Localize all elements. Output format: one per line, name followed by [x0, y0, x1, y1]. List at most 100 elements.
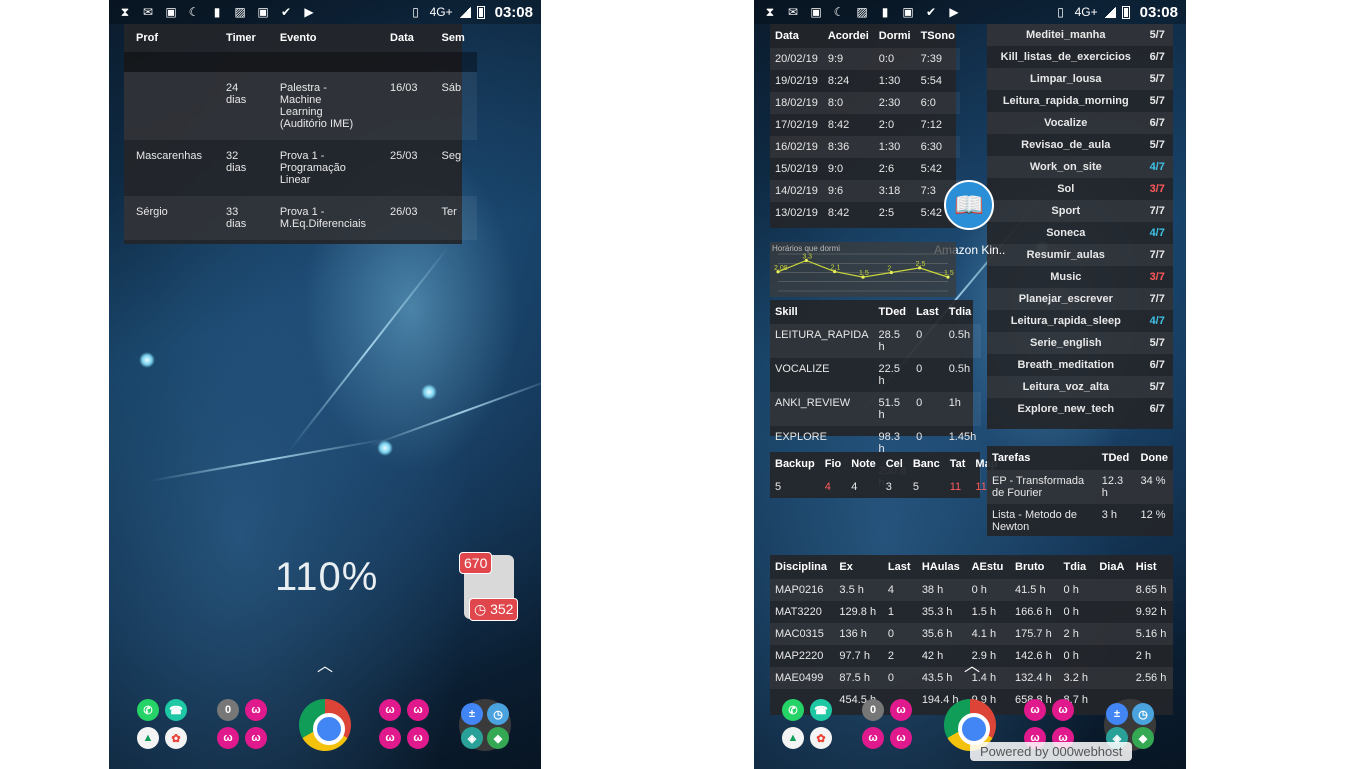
col-header: Data — [775, 30, 799, 42]
discipline-row[interactable]: MAC0315 136 h 0 35.6 h 4.1 h 175.7 h 2 h 5.16 h — [770, 623, 1173, 645]
table-row[interactable]: Sérgio 33 dias Prova 1 - M.Eq.Diferencia… — [124, 196, 477, 240]
folder-tools[interactable]: ± ◷ ◈ ◆ — [459, 699, 511, 751]
backup-widget[interactable]: BackupFioNoteCelBancTatMap 544351111 — [770, 452, 997, 498]
app-icon: ω — [379, 699, 401, 721]
table-cell: 6:0 — [920, 97, 936, 109]
table-cell: LEITURA_RAPIDA — [775, 329, 869, 341]
table-cell — [1094, 645, 1130, 667]
kindle-app-icon[interactable]: 📖 — [944, 180, 994, 230]
table-cell: ANKI_REVIEW — [775, 397, 851, 409]
table-cell: 0:0 — [878, 53, 895, 65]
skill-row[interactable]: VOCALIZE 22.5 h 0 0.5h — [770, 358, 981, 392]
table-cell: 166.6 h — [1015, 606, 1052, 618]
signal-icon — [458, 6, 471, 18]
habit-score: 6/7 — [1149, 51, 1165, 63]
discipline-row[interactable]: MAT3220 129.8 h 1 35.3 h 1.5 h 166.6 h 0 h 9.92… — [770, 601, 1173, 623]
chart-title: Horários que dormi — [772, 244, 840, 253]
sleep-row[interactable]: 18/02/19 8:0 2:30 6:0 — [770, 92, 960, 114]
habit-row[interactable]: Planejar_escrever 7/7 — [987, 288, 1173, 310]
table-cell: 20/02/19 — [775, 53, 818, 65]
habit-row[interactable]: Breath_meditation 6/7 — [987, 354, 1173, 376]
app-drawer-chevron-icon[interactable]: ︿ — [964, 652, 980, 676]
habit-name: Soneca — [1046, 227, 1086, 239]
discipline-row[interactable]: MAP0216 3.5 h 4 38 h 0 h 41.5 h 0 h 8.65 h — [770, 579, 1173, 601]
habit-row[interactable]: Limpar_lousa 5/7 — [987, 68, 1173, 90]
reader-icon: 📖 — [954, 191, 984, 219]
events-table: Prof Timer Evento Data Sem 24 dias Pales… — [124, 24, 477, 240]
cell-weekday: Seg — [441, 150, 462, 162]
habit-row[interactable]: Kill_listas_de_exercicios 6/7 — [987, 46, 1173, 68]
habit-score: 5/7 — [1149, 381, 1165, 393]
col-header: Disciplina — [775, 561, 827, 573]
task-row[interactable]: Lista - Metodo de Newton 3 h 12 % — [987, 504, 1173, 538]
habit-row[interactable]: Revisao_de_aula 5/7 — [987, 134, 1173, 156]
table-cell: 0 — [916, 363, 923, 375]
backup-table: BackupFioNoteCelBancTatMap 544351111 — [770, 452, 1002, 498]
sleep-row[interactable]: 13/02/19 8:42 2:5 5:42 — [770, 202, 960, 224]
table-cell: 3.5 h — [839, 584, 864, 596]
habit-row[interactable]: Vocalize 6/7 — [987, 112, 1173, 134]
events-widget[interactable]: Prof Timer Evento Data Sem 24 dias Pales… — [124, 24, 477, 244]
habit-row[interactable]: Resumir_aulas 7/7 — [987, 244, 1173, 266]
habit-score: 7/7 — [1149, 293, 1165, 305]
habit-row[interactable]: Sport 7/7 — [987, 200, 1173, 222]
col-header: Data — [390, 32, 414, 44]
habit-row[interactable]: Soneca 4/7 — [987, 222, 1173, 244]
cell-timer: 32 dias — [226, 150, 247, 174]
sleep-row[interactable]: 20/02/19 9:9 0:0 7:39 — [770, 48, 960, 70]
table-cell: 132.4 h — [1015, 672, 1052, 684]
task-row[interactable]: EP - Transformada de Fourier 12.3 h 34 % — [987, 470, 1173, 504]
folder-apps-a[interactable]: 0 ω ω ω — [862, 699, 914, 751]
habit-row[interactable]: Leitura_rapida_morning 5/7 — [987, 90, 1173, 112]
check-icon: ✔ — [280, 5, 292, 19]
sleep-row[interactable]: 14/02/19 9:6 3:18 7:3 — [770, 180, 960, 202]
habit-row[interactable]: Leitura_rapida_sleep 4/7 — [987, 310, 1173, 332]
habit-name: Vocalize — [1044, 117, 1088, 129]
table-cell: 5:42 — [920, 163, 942, 175]
app-drawer-chevron-icon[interactable]: ︿ — [317, 652, 333, 676]
mail-icon: ✉ — [787, 5, 799, 19]
sleep-widget[interactable]: Data Acordei Dormi TSono 20/02/19 9:9 0:0 7… — [770, 24, 960, 228]
whatsapp-icon: ✆ — [782, 699, 804, 721]
tasks-widget[interactable]: Tarefas TDed Done EP - Transformada de F… — [987, 446, 1173, 536]
cell-date: 26/03 — [390, 206, 418, 218]
table-cell: 8:42 — [827, 207, 850, 219]
habit-row[interactable]: Music 3/7 — [987, 266, 1173, 288]
photo-icon: ▣ — [902, 5, 914, 19]
data-label: 2.5 — [916, 261, 926, 268]
habit-row[interactable]: Sol 3/7 — [987, 178, 1173, 200]
habit-row[interactable]: Serie_english 5/7 — [987, 332, 1173, 354]
habit-row[interactable]: Explore_new_tech 6/7 — [987, 398, 1173, 420]
table-row[interactable]: 24 dias Palestra - Machine Learning (Aud… — [124, 72, 477, 140]
table-cell: MAT3220 — [775, 606, 822, 618]
habit-row[interactable]: Meditei_manha 5/7 — [987, 24, 1173, 46]
backup-count: 3 — [885, 481, 892, 493]
folder-apps-a[interactable]: 0 ω ω ω — [217, 699, 269, 751]
folder-badge: 0 — [862, 699, 884, 721]
folder-communication[interactable]: ✆ ☎ ▲ ✿ — [782, 699, 834, 751]
habits-widget[interactable]: Meditei_manha 5/7 Kill_listas_de_exercicio… — [987, 24, 1173, 429]
sleep-row[interactable]: 16/02/19 8:36 1:30 6:30 — [770, 136, 960, 158]
chrome-icon[interactable] — [299, 699, 351, 751]
habit-row[interactable]: Work_on_site 4/7 — [987, 156, 1173, 178]
sleep-row[interactable]: 19/02/19 8:24 1:30 5:54 — [770, 70, 960, 92]
table-row[interactable]: Mascarenhas 32 dias Prova 1 - Programaçã… — [124, 140, 477, 196]
table-cell: MAP0216 — [775, 584, 824, 596]
folder-communication[interactable]: ✆ ☎ ▲ ✿ — [137, 699, 189, 751]
clock: 03:08 — [494, 3, 533, 21]
habit-row[interactable]: Leitura_voz_alta 5/7 — [987, 376, 1173, 398]
table-cell: 9:0 — [827, 163, 844, 175]
col-header: Last — [916, 306, 939, 318]
folder-apps-b[interactable]: ω ω ω ω — [379, 699, 431, 751]
skills-widget[interactable]: Skill TDed Last Tdia LEITURA_RAPIDA 28.5 … — [770, 300, 982, 494]
skill-row[interactable]: ANKI_REVIEW 51.5 h 0 1h — [770, 392, 982, 426]
col-header: Fio — [824, 458, 842, 470]
play-icon: ▶ — [304, 5, 314, 19]
skill-row[interactable]: LEITURA_RAPIDA 28.5 h 0 0.5h — [770, 324, 982, 358]
sleep-row[interactable]: 17/02/19 8:42 2:0 7:12 — [770, 114, 960, 136]
disciplines-widget[interactable]: Disciplina Ex Last HAulas AEstu Bruto Tdia DiaA… — [770, 555, 1173, 715]
habit-score: 5/7 — [1149, 95, 1165, 107]
table-cell: 1 — [887, 606, 895, 618]
phone-icon: ▮ — [881, 5, 889, 19]
sleep-row[interactable]: 15/02/19 9:0 2:6 5:42 — [770, 158, 960, 180]
